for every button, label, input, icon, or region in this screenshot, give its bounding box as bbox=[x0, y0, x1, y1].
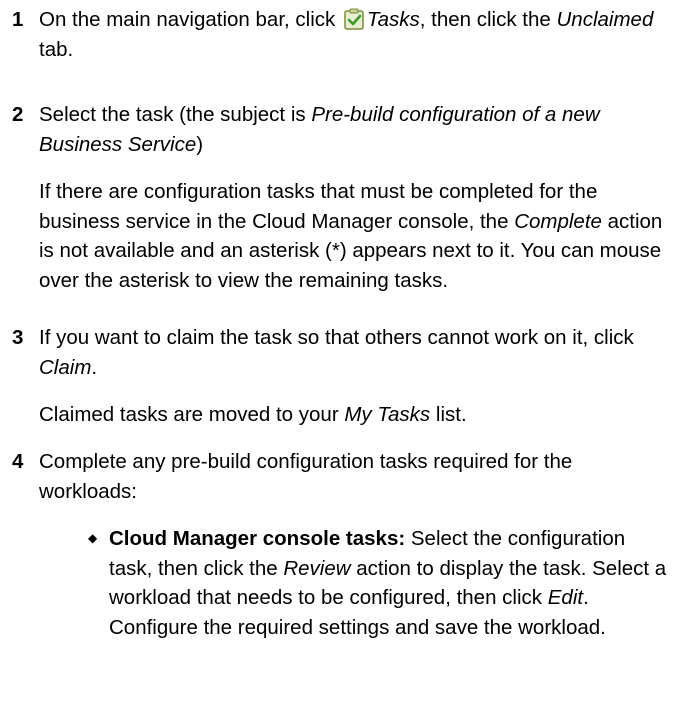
step-text: On the main navigation bar, click Tasks,… bbox=[39, 8, 654, 61]
step-number: 3 bbox=[12, 326, 24, 349]
step-text: If you want to claim the task so that ot… bbox=[39, 326, 634, 379]
step-text: Complete any pre-build configuration tas… bbox=[39, 450, 573, 503]
step-note: Claimed tasks are moved to your My Tasks… bbox=[39, 403, 467, 426]
bullet-text: Cloud Manager console tasks: Select the … bbox=[109, 527, 667, 639]
step-text: Select the task (the subject is Pre-buil… bbox=[39, 103, 600, 156]
diamond-bullet-icon: ◆ bbox=[88, 531, 98, 545]
step-number: 4 bbox=[12, 450, 24, 473]
procedure-document: 1 On the main navigation bar, click Task… bbox=[0, 0, 679, 712]
step-note: If there are configuration tasks that mu… bbox=[39, 180, 663, 292]
step-number: 1 bbox=[12, 8, 24, 31]
step-number: 2 bbox=[12, 103, 24, 126]
tasks-clipboard-icon bbox=[343, 8, 365, 30]
